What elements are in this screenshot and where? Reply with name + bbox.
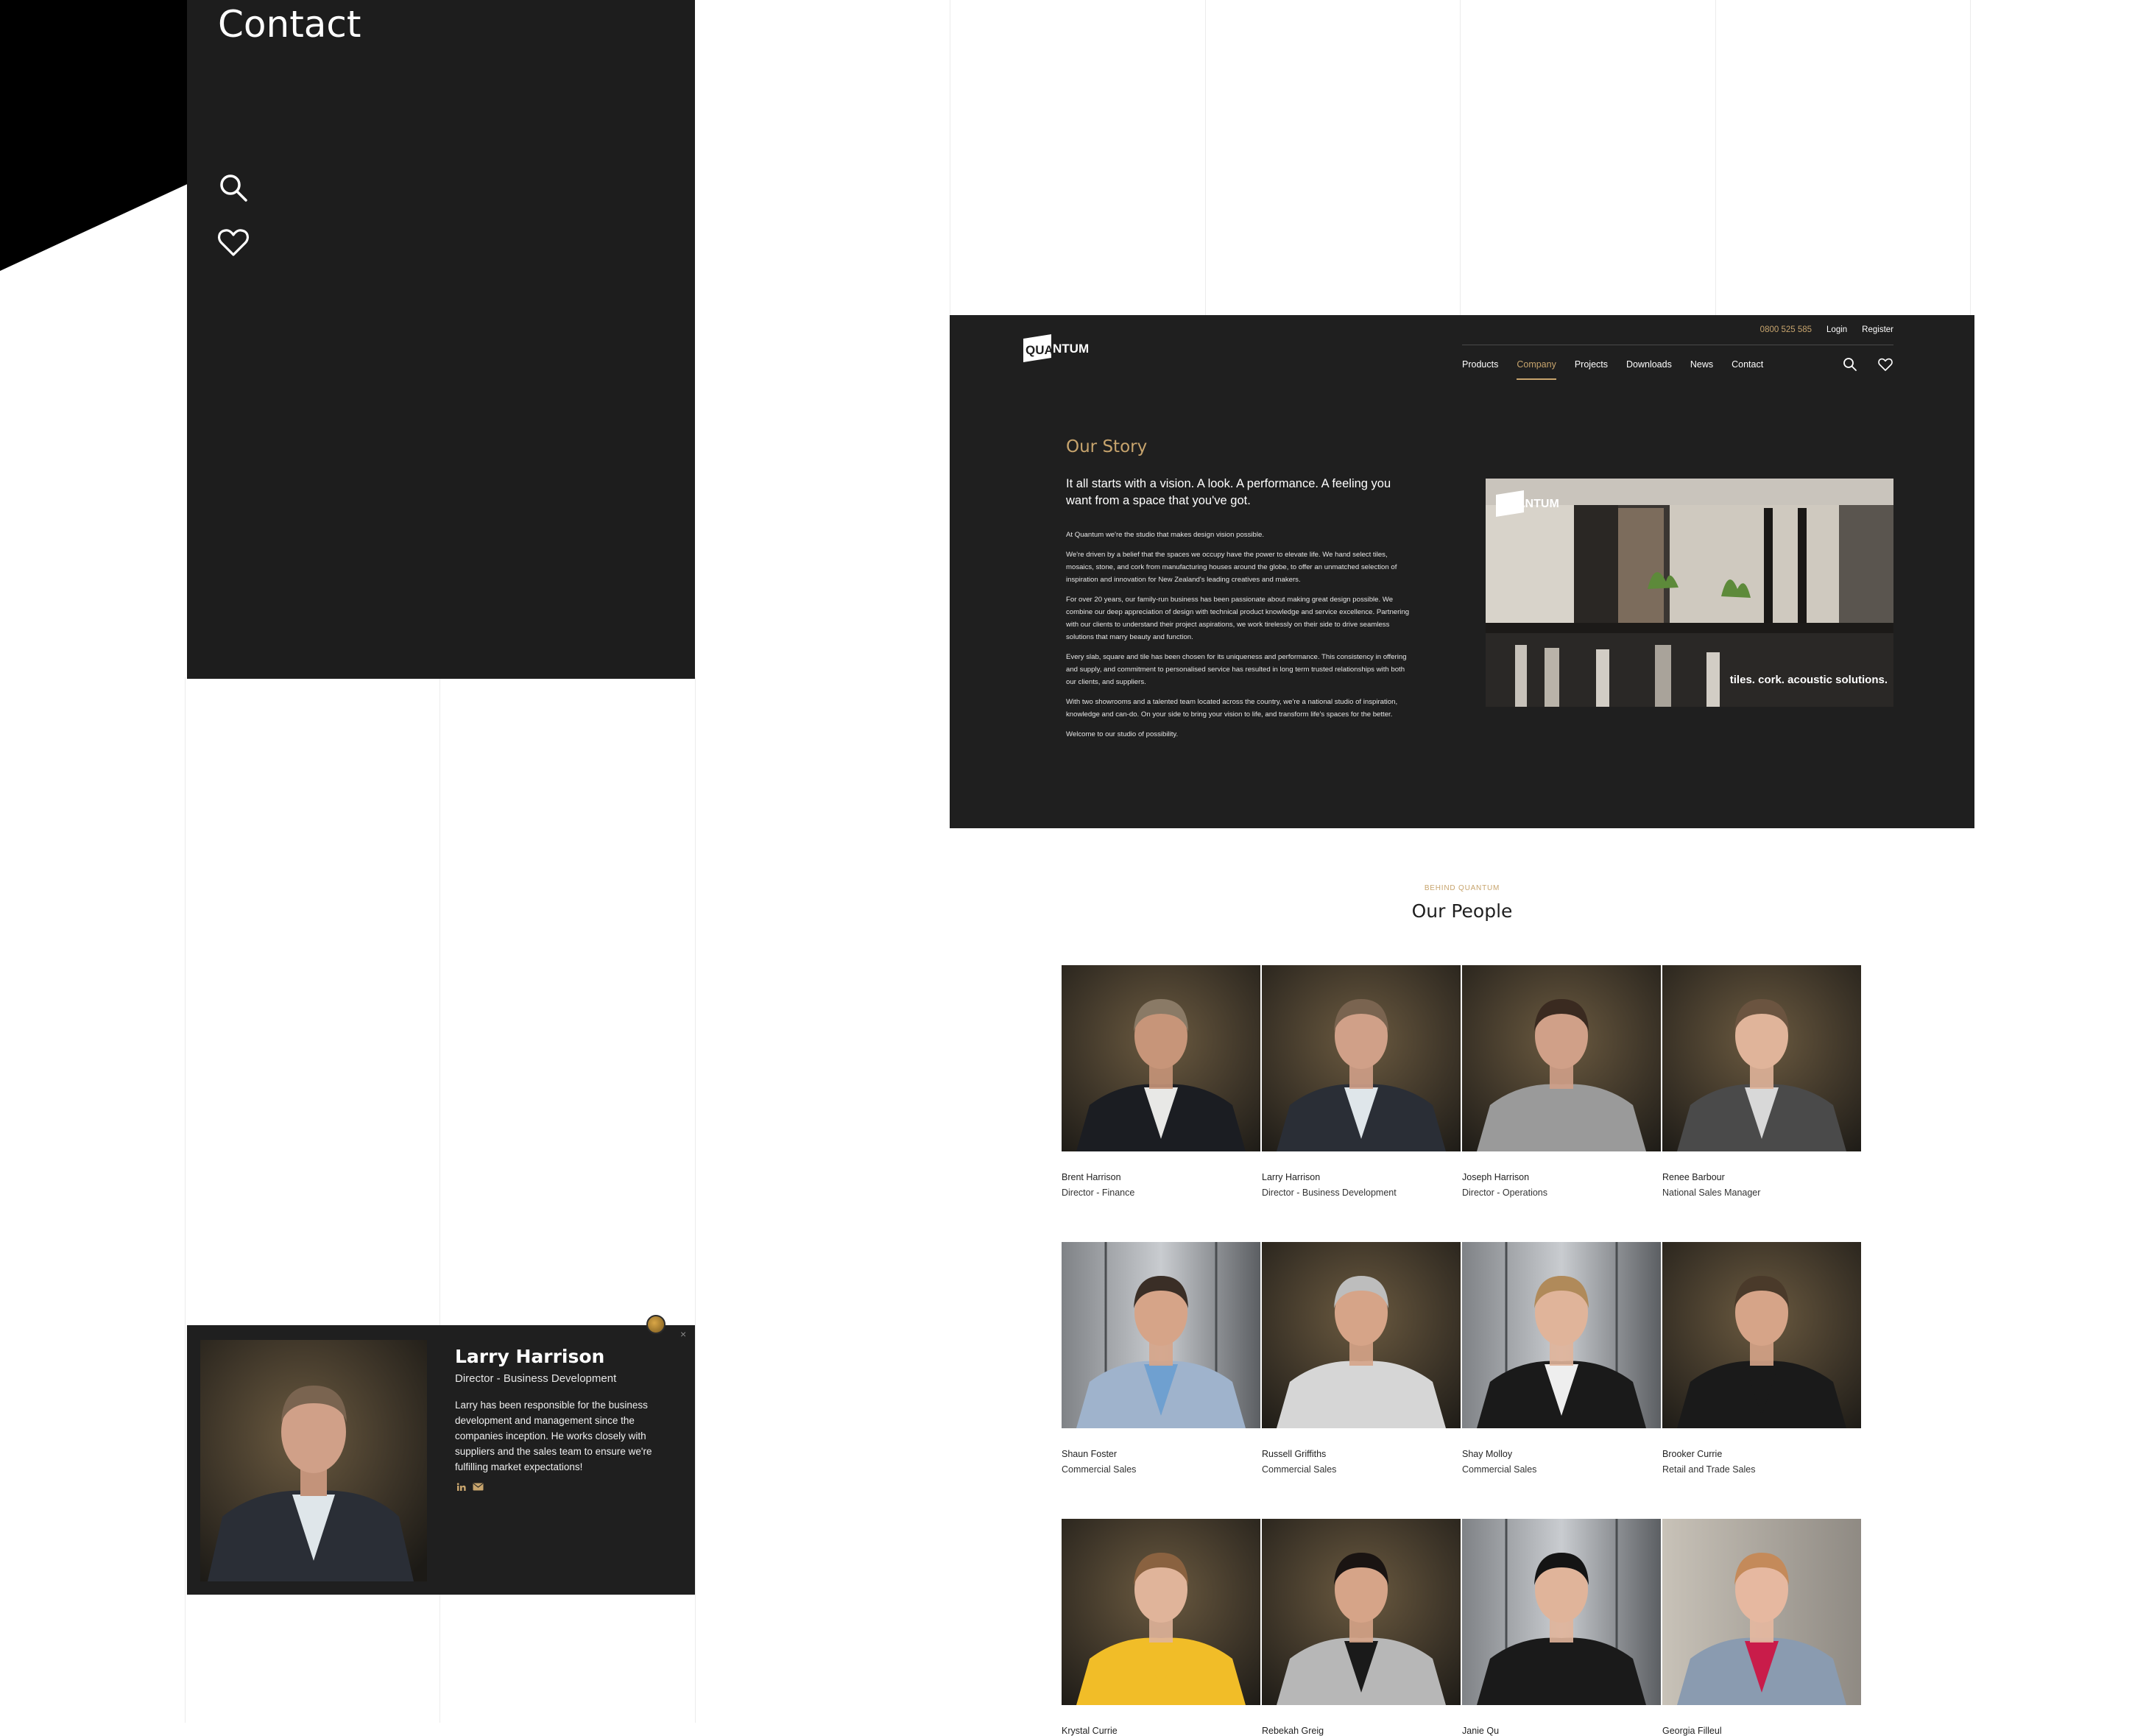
person-card[interactable]: Krystal Currie xyxy=(1062,1519,1260,1736)
person-name: Joseph Harrison xyxy=(1462,1172,1530,1182)
person-card[interactable]: Shaun Foster Commercial Sales xyxy=(1062,1242,1260,1475)
close-icon[interactable]: × xyxy=(680,1328,686,1340)
login-link[interactable]: Login xyxy=(1826,325,1847,334)
heart-icon[interactable] xyxy=(1877,356,1893,373)
nav-item-products[interactable]: Products xyxy=(1462,359,1498,380)
people-kicker: BEHIND QUANTUM xyxy=(1424,884,1500,892)
quantum-logo[interactable]: QUA NTUM xyxy=(1022,331,1093,364)
modal-person-bio: Larry has been responsible for the busin… xyxy=(455,1400,652,1472)
main-navigation: Products Company Projects Downloads News… xyxy=(1462,359,1763,380)
person-photo[interactable] xyxy=(1062,1242,1260,1428)
modal-indicator-dot xyxy=(646,1315,666,1334)
person-name: Georgia Filleul xyxy=(1662,1726,1722,1736)
showroom-image: QUANTUM tiles. cork. acoustic solutions. xyxy=(1486,479,1893,707)
person-card[interactable]: Russell Griffiths Commercial Sales xyxy=(1262,1242,1461,1475)
grid-line xyxy=(695,677,696,1723)
showroom-logo: QUANTUM xyxy=(1499,498,1559,510)
linkedin-icon[interactable] xyxy=(456,1483,467,1492)
story-paragraph: Welcome to our studio of possibility. xyxy=(1066,730,1179,738)
story-body: At Quantum we're the studio that makes d… xyxy=(1066,529,1412,748)
person-card[interactable]: Joseph Harrison Director - Operations xyxy=(1462,965,1661,1198)
person-name: Shay Molloy xyxy=(1462,1449,1513,1459)
showroom-caption: tiles. cork. acoustic solutions. xyxy=(1729,674,1888,686)
story-paragraph: Every slab, square and tile has been cho… xyxy=(1066,653,1407,686)
story-heading: Our Story xyxy=(1066,437,1148,456)
modal-person-role: Director - Business Development xyxy=(455,1372,617,1385)
story-paragraph: With two showrooms and a talented team l… xyxy=(1066,698,1398,719)
grid-line xyxy=(1205,0,1206,315)
person-role: Director - Business Development xyxy=(1262,1188,1397,1198)
grid-line xyxy=(1460,0,1461,315)
grid-line xyxy=(1715,0,1716,315)
person-name: Rebekah Greig xyxy=(1262,1726,1324,1736)
person-card[interactable]: Brooker Currie Retail and Trade Sales xyxy=(1662,1242,1861,1475)
grid-line xyxy=(185,677,186,1723)
svg-text:QUA: QUA xyxy=(1026,343,1053,357)
person-role: Director - Finance xyxy=(1062,1188,1135,1198)
person-role: Commercial Sales xyxy=(1062,1464,1137,1475)
nav-item-downloads[interactable]: Downloads xyxy=(1626,359,1672,380)
modal-portrait-photo xyxy=(200,1340,427,1581)
register-link[interactable]: Register xyxy=(1862,325,1893,334)
person-photo[interactable] xyxy=(1662,1242,1861,1428)
person-photo[interactable] xyxy=(1462,1519,1661,1705)
svg-text:NTUM: NTUM xyxy=(1053,342,1089,356)
story-lead: It all starts with a vision. A look. A p… xyxy=(1066,477,1391,507)
search-icon[interactable] xyxy=(216,171,250,205)
person-card[interactable]: Brent Harrison Director - Finance xyxy=(1062,965,1260,1198)
person-name: Larry Harrison xyxy=(1262,1172,1321,1182)
person-photo[interactable] xyxy=(1662,965,1861,1151)
nav-item-news[interactable]: News xyxy=(1690,359,1713,380)
search-icon[interactable] xyxy=(1842,356,1858,373)
phone-link[interactable]: 0800 525 585 xyxy=(1760,325,1812,334)
story-paragraph: At Quantum we're the studio that makes d… xyxy=(1066,531,1264,539)
modal-social-links xyxy=(456,1483,484,1492)
mobile-menu-panel: Contact xyxy=(187,0,695,679)
person-name: Shaun Foster xyxy=(1062,1449,1118,1459)
person-role: Commercial Sales xyxy=(1262,1464,1337,1475)
heart-icon[interactable] xyxy=(216,225,250,259)
person-photo[interactable] xyxy=(1262,1242,1461,1428)
person-modal: × Larry Harrison Director - Business Dev… xyxy=(187,1315,695,1595)
person-card[interactable]: Shay Molloy Commercial Sales xyxy=(1462,1242,1661,1475)
modal-person-name: Larry Harrison xyxy=(455,1346,605,1367)
people-heading: Our People xyxy=(1411,900,1513,922)
person-card[interactable]: Larry Harrison Director - Business Develo… xyxy=(1262,965,1461,1198)
story-paragraph: We're driven by a belief that the spaces… xyxy=(1066,551,1397,584)
person-role: Commercial Sales xyxy=(1462,1464,1537,1475)
person-role: Retail and Trade Sales xyxy=(1662,1464,1756,1475)
person-card[interactable]: Rebekah Greig xyxy=(1262,1519,1461,1736)
person-name: Renee Barbour xyxy=(1662,1172,1725,1182)
menu-item-contact[interactable]: Contact xyxy=(218,0,361,49)
person-photo[interactable] xyxy=(1062,1519,1260,1705)
person-photo[interactable] xyxy=(1262,965,1461,1151)
person-name: Janie Qu xyxy=(1462,1726,1500,1736)
nav-item-contact[interactable]: Contact xyxy=(1732,359,1763,380)
people-section: BEHIND QUANTUM Our People Brent Harrison… xyxy=(950,828,1974,1736)
person-photo[interactable] xyxy=(1462,1242,1661,1428)
person-name: Brooker Currie xyxy=(1662,1449,1723,1459)
email-icon[interactable] xyxy=(473,1483,484,1491)
person-name: Russell Griffiths xyxy=(1262,1449,1327,1459)
person-photo[interactable] xyxy=(1262,1519,1461,1705)
person-role: National Sales Manager xyxy=(1662,1188,1761,1198)
person-card[interactable]: Georgia Filleul xyxy=(1662,1519,1861,1736)
grid-line xyxy=(1970,0,1971,315)
utility-bar: 0800 525 585 Login Register xyxy=(1760,325,1893,334)
person-card[interactable]: Janie Qu xyxy=(1462,1519,1661,1736)
person-photo[interactable] xyxy=(1062,965,1260,1151)
person-name: Krystal Currie xyxy=(1062,1726,1118,1736)
company-page-hero: QUA NTUM 0800 525 585 Login Register Pro… xyxy=(950,315,1974,828)
person-photo[interactable] xyxy=(1662,1519,1861,1705)
person-role: Director - Operations xyxy=(1462,1188,1548,1198)
person-name: Brent Harrison xyxy=(1062,1172,1121,1182)
person-photo[interactable] xyxy=(1462,965,1661,1151)
nav-item-company[interactable]: Company xyxy=(1517,359,1556,380)
nav-item-projects[interactable]: Projects xyxy=(1575,359,1608,380)
decorative-wedge xyxy=(0,0,187,271)
person-card[interactable]: Renee Barbour National Sales Manager xyxy=(1662,965,1861,1198)
story-paragraph: For over 20 years, our family-run busine… xyxy=(1066,596,1410,641)
